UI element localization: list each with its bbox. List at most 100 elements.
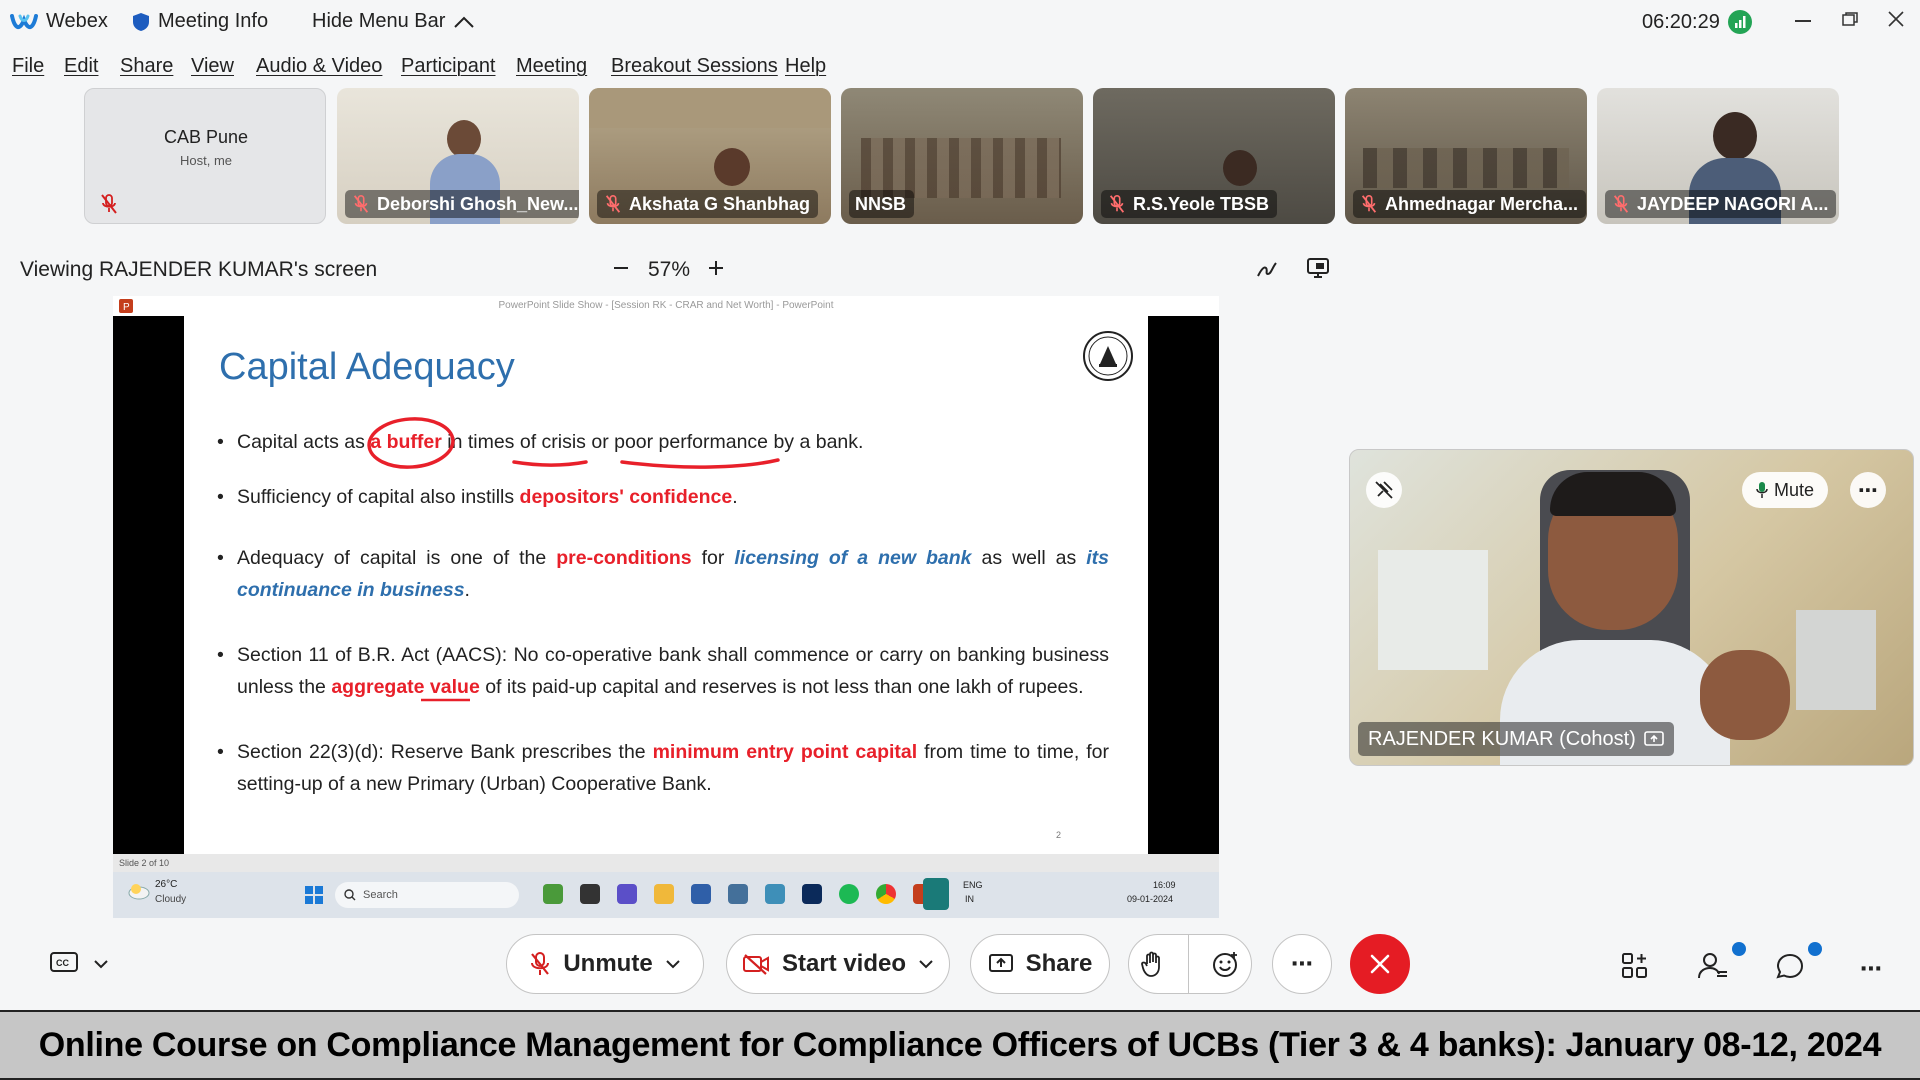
- video-window: [1378, 550, 1488, 670]
- close-icon: [1370, 954, 1390, 974]
- annotate-pen-icon: [1257, 262, 1277, 277]
- speaker-name: RAJENDER KUMAR (Cohost): [1368, 727, 1636, 750]
- chevron-down-icon: [94, 960, 108, 969]
- zoom-level: 57%: [648, 258, 691, 281]
- apps-button[interactable]: [1621, 952, 1649, 985]
- menu-meeting[interactable]: Meeting: [516, 55, 587, 78]
- reactions-smiley-icon[interactable]: [1212, 950, 1240, 978]
- taskbar-search: Search: [335, 882, 519, 908]
- participants-panel-button[interactable]: [1698, 942, 1746, 985]
- svg-text:CC: CC: [56, 958, 69, 968]
- windows-start-icon: [305, 886, 323, 904]
- unpin-icon: [1375, 481, 1393, 499]
- participant-name-tag: JAYDEEP NAGORI A...: [1605, 190, 1837, 218]
- chevron-down-icon[interactable]: [918, 959, 934, 969]
- menu-help[interactable]: Help: [785, 55, 826, 78]
- leave-meeting-button[interactable]: [1350, 934, 1410, 994]
- shared-screen[interactable]: P PowerPoint Slide Show - [Session RK - …: [113, 296, 1219, 918]
- unmute-button[interactable]: Unmute: [506, 934, 704, 994]
- taskbar-apps: [543, 884, 933, 904]
- annotate-button[interactable]: [1256, 258, 1278, 285]
- chevron-down-icon[interactable]: [665, 959, 681, 969]
- chevron-up-icon: [454, 16, 475, 28]
- start-video-button[interactable]: Start video: [726, 934, 950, 994]
- participant-tile-1[interactable]: Deborshi Ghosh_New...: [337, 88, 579, 224]
- menu-audio-video[interactable]: Audio & Video: [256, 55, 382, 78]
- mic-muted-icon: [353, 195, 369, 213]
- speaker-more-button[interactable]: ⋯: [1850, 472, 1886, 508]
- network-health-icon[interactable]: [1727, 10, 1752, 34]
- video-face: [1223, 150, 1257, 186]
- search-icon: [344, 889, 356, 901]
- menu-breakout-sessions[interactable]: Breakout Sessions: [611, 55, 778, 78]
- microphone-icon: [1756, 482, 1768, 498]
- participant-tile-6[interactable]: JAYDEEP NAGORI A...: [1597, 88, 1839, 224]
- mic-muted-icon: [1109, 195, 1125, 213]
- more-options-button[interactable]: ⋯: [1272, 934, 1332, 994]
- unmute-label: Unmute: [563, 950, 653, 977]
- share-label: Share: [1025, 950, 1093, 977]
- hide-menu-bar-button[interactable]: Hide Menu Bar: [312, 10, 475, 33]
- share-button[interactable]: Share: [970, 934, 1110, 994]
- raise-hand-icon[interactable]: [1140, 950, 1165, 978]
- participant-name: Ahmednagar Mercha...: [1385, 193, 1579, 214]
- notification-dot: [1732, 942, 1746, 956]
- video-face: [1713, 112, 1757, 160]
- restore-window-button[interactable]: [1842, 12, 1858, 26]
- active-speaker-video[interactable]: Mute ⋯ RAJENDER KUMAR (Cohost): [1349, 449, 1914, 766]
- video-off-icon: [742, 954, 769, 975]
- more-panels-button[interactable]: ⋯: [1860, 956, 1882, 982]
- meeting-info-label: Meeting Info: [158, 10, 269, 32]
- self-tile[interactable]: CAB Pune Host, me: [84, 88, 326, 224]
- menu-view[interactable]: View: [191, 55, 234, 78]
- participant-tile-5[interactable]: Ahmednagar Mercha...: [1345, 88, 1587, 224]
- mic-muted-icon: [531, 952, 550, 975]
- participant-tile-4[interactable]: R.S.Yeole TBSB: [1093, 88, 1335, 224]
- plus-icon: [709, 261, 723, 275]
- share-header: Viewing RAJENDER KUMAR's screen 57%: [0, 250, 1340, 290]
- mic-muted-icon: [101, 194, 117, 214]
- weather-desc: Cloudy: [155, 894, 187, 905]
- slide-status: Slide 2 of 10: [119, 858, 170, 868]
- participant-name-tag: Ahmednagar Mercha...: [1353, 190, 1587, 218]
- chrome-icon: [876, 884, 896, 904]
- apps-grid-icon: [1622, 953, 1647, 978]
- notification-dot: [1808, 942, 1822, 956]
- svg-text:P: P: [123, 302, 130, 313]
- pop-out-share-button[interactable]: [1306, 257, 1330, 284]
- participant-tile-3[interactable]: NNSB: [841, 88, 1083, 224]
- unpin-video-button[interactable]: [1366, 472, 1402, 508]
- menu-edit[interactable]: Edit: [64, 55, 98, 78]
- mute-speaker-button[interactable]: Mute: [1742, 472, 1828, 508]
- meeting-info-button[interactable]: Meeting Info: [132, 10, 268, 33]
- search-placeholder: Search: [363, 889, 398, 901]
- close-window-button[interactable]: [1888, 11, 1904, 32]
- video-room: [861, 138, 1061, 198]
- participant-name-tag: R.S.Yeole TBSB: [1101, 190, 1278, 218]
- presenting-screen-icon: [1644, 731, 1664, 746]
- lang-region: IN: [965, 894, 974, 904]
- app-brand: Webex: [10, 10, 108, 33]
- chat-panel-button[interactable]: [1776, 942, 1822, 985]
- zoom-in-button[interactable]: [706, 258, 726, 282]
- captions-dropdown[interactable]: [93, 956, 109, 974]
- more-options-icon: ⋯: [1291, 951, 1313, 976]
- app-icon: [617, 884, 637, 904]
- video-face: [447, 120, 481, 158]
- course-banner: Online Course on Compliance Management f…: [0, 1010, 1920, 1080]
- menu-participant[interactable]: Participant: [401, 55, 496, 78]
- more-options-icon: ⋯: [1858, 479, 1878, 502]
- mic-tray-icon: [923, 878, 949, 910]
- menu-file[interactable]: File: [12, 55, 44, 78]
- participant-tile-2[interactable]: Akshata G Shanbhag: [589, 88, 831, 224]
- zoom-out-button[interactable]: [611, 258, 631, 282]
- captions-button[interactable]: CC: [50, 952, 78, 979]
- close-icon: [1888, 11, 1904, 27]
- weather-temp: 26°C: [155, 879, 178, 890]
- participants-icon: [1698, 953, 1727, 979]
- participant-name: JAYDEEP NAGORI A...: [1637, 193, 1829, 214]
- menu-share[interactable]: Share: [120, 55, 173, 78]
- chat-bubble-icon: [1776, 953, 1804, 979]
- minimize-window-button[interactable]: [1795, 20, 1811, 22]
- shield-icon: [133, 12, 149, 31]
